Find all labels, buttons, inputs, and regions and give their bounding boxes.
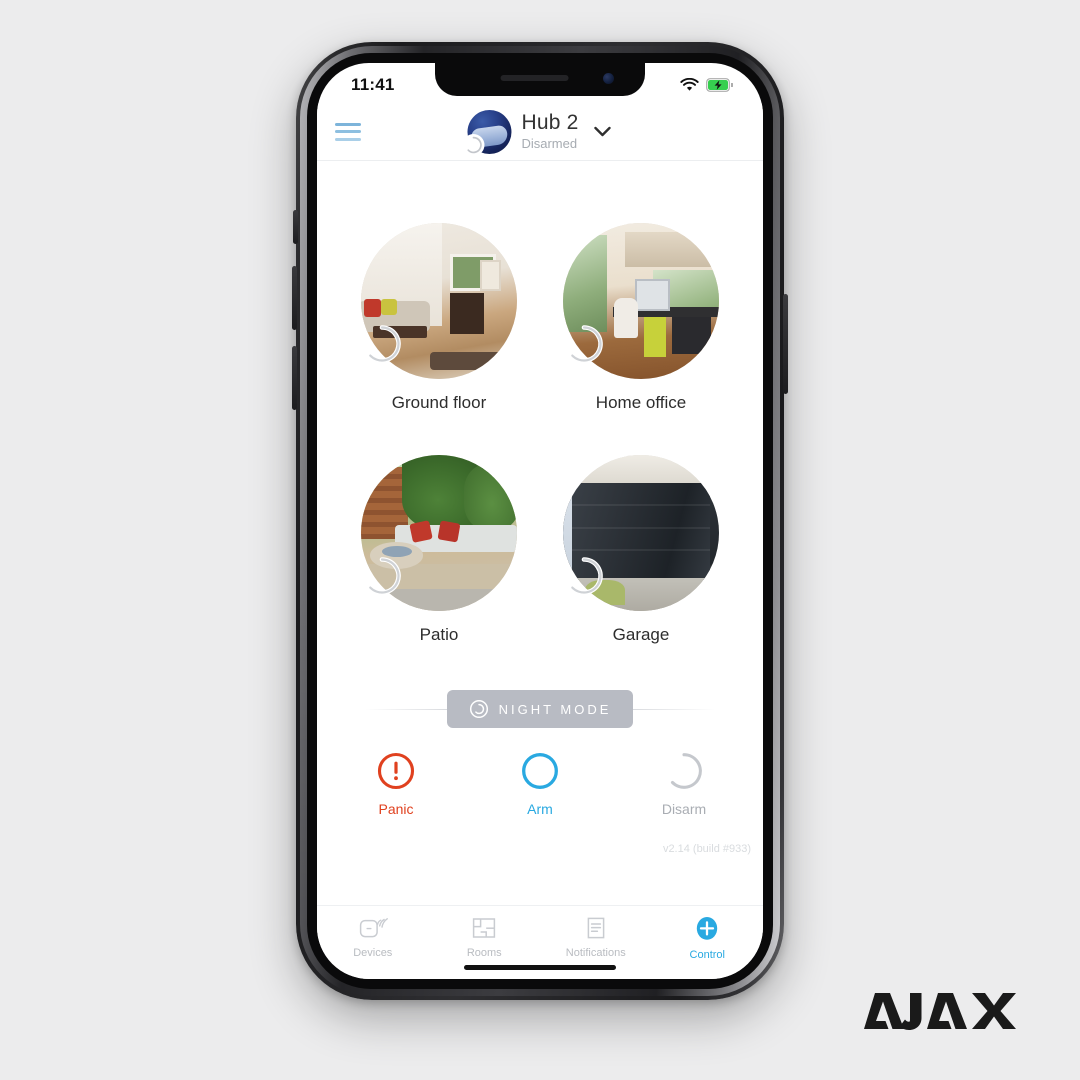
room-card[interactable]: Home office [557,223,725,413]
volume-down-button[interactable] [292,346,297,410]
panic-button[interactable]: Panic [361,751,431,817]
plus-circle-icon [697,917,718,940]
room-photo-wrap [563,455,719,611]
home-indicator[interactable] [464,965,616,970]
room-label: Home office [595,393,687,412]
security-mode-buttons: Panic Arm Disarm [317,751,763,817]
room-label: Ground floor [391,393,487,412]
arm-label: Arm [527,801,553,817]
device-signal-icon [359,918,388,938]
rooms-grid: Ground floor Home office Patio Garage [317,161,763,645]
room-photo-wrap [361,223,517,379]
ajax-wordmark [864,993,1016,1030]
app-version: v2.14 (build #933) [662,843,751,855]
phone-screen: 11:41 Hub 2 Disarmed Ground floor Home o… [317,63,763,979]
room-status-badge [561,553,607,599]
mute-switch[interactable] [293,210,298,244]
phone-device: 11:41 Hub 2 Disarmed Ground floor Home o… [292,42,788,1000]
floorplan-icon [473,918,496,938]
night-mode-label: NIGHT MODE [498,701,612,717]
hamburger-line [335,122,361,126]
earpiece-speaker [500,75,569,81]
room-card[interactable]: Patio [355,455,523,645]
chevron-down-icon[interactable] [593,125,613,138]
room-card[interactable]: Garage [557,455,725,645]
battery-charging-icon [706,78,733,92]
hub-avatar [462,109,512,156]
disarmed-arc-icon [570,557,603,595]
ajax-logo [864,989,1034,1038]
room-photo-wrap [361,455,517,611]
hamburger-line [335,130,361,133]
app-header: Hub 2 Disarmed [317,103,763,161]
night-mode-arc-icon [469,699,488,719]
room-card[interactable]: Ground floor [355,223,523,413]
arm-ring-icon [522,753,558,789]
room-status-badge [359,553,405,599]
page-title: Hub 2 [521,111,579,135]
status-indicators [680,78,733,92]
room-label: Patio [419,625,459,644]
hub-status-badge [462,133,485,156]
phone-notch [435,63,645,96]
night-mode-button[interactable]: NIGHT MODE [446,690,634,728]
tab-notifications[interactable]: Notifications [540,915,652,959]
status-time: 11:41 [351,75,395,94]
night-mode-row: NIGHT MODE [317,690,763,728]
hub-selector[interactable]: Hub 2 Disarmed [462,109,613,156]
disarmed-arc-icon [570,325,603,363]
front-camera [603,73,614,84]
room-status-badge [359,321,405,367]
disarm-arc-icon [670,753,702,789]
tab-rooms[interactable]: Rooms [429,915,541,959]
hub-text: Hub 2 Disarmed [521,112,578,151]
tab-control[interactable]: Control [652,915,764,961]
tab-devices[interactable]: Devices [317,915,429,959]
disarmed-arc-icon [368,557,401,595]
panic-label: Panic [378,801,414,817]
wifi-icon [680,78,699,91]
volume-up-button[interactable] [292,266,297,330]
hamburger-menu-icon[interactable] [335,122,361,141]
room-photo-wrap [563,223,719,379]
hub-status-text: Disarmed [521,136,578,152]
tab-label: Rooms [466,947,502,959]
arm-button[interactable]: Arm [505,751,575,817]
room-status-badge [561,321,607,367]
power-button[interactable] [783,294,788,394]
disarmed-arc-icon [467,136,482,153]
disarmed-arc-icon [368,325,401,363]
panic-exclamation-icon [377,752,415,790]
list-document-icon [587,917,605,939]
tab-label: Notifications [565,947,626,959]
disarm-label: Disarm [661,801,707,817]
tab-label: Devices [353,947,393,959]
disarm-button[interactable]: Disarm [649,751,719,817]
hamburger-line [335,137,361,141]
room-label: Garage [612,625,670,644]
tab-label: Control [689,949,725,961]
